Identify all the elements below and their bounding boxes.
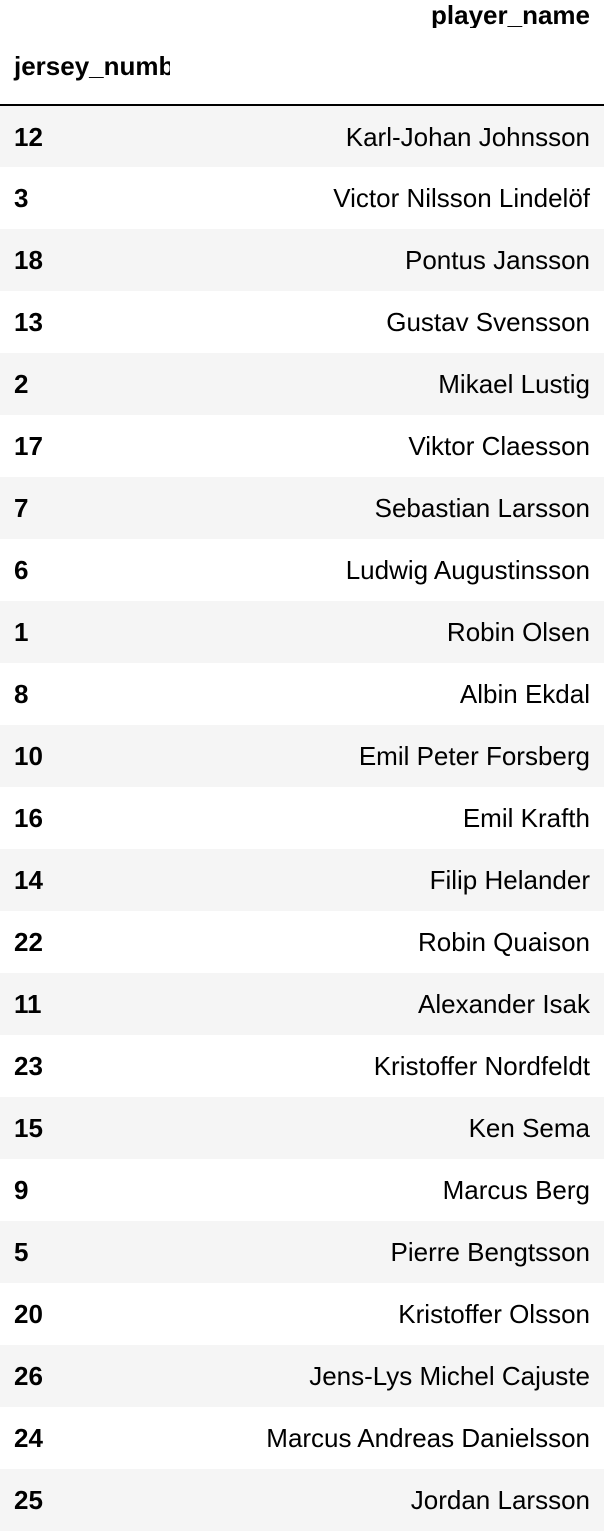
player-name-cell: Viktor Claesson xyxy=(408,431,590,461)
table-row: 5 Pierre Bengtsson xyxy=(0,1221,604,1283)
table-row: 10 Emil Peter Forsberg xyxy=(0,725,604,787)
table-header: player_name jersey_number xyxy=(0,0,604,106)
jersey-number-cell: 12 xyxy=(14,121,43,152)
jersey-number-cell: 5 xyxy=(14,1237,29,1267)
jersey-number-cell: 3 xyxy=(14,183,29,213)
blank-index-row-cell xyxy=(170,28,604,106)
jersey-number-cell: 25 xyxy=(14,1485,43,1515)
jersey-number-cell: 10 xyxy=(14,741,43,771)
player-name-cell: Emil Krafth xyxy=(462,803,590,833)
table-row: 14 Filip Helander xyxy=(0,849,604,911)
player-name-cell: Victor Nilsson Lindelöf xyxy=(333,183,590,213)
player-name-cell: Jordan Larsson xyxy=(410,1485,590,1515)
table-row: 2 Mikael Lustig xyxy=(0,353,604,415)
table-row: 9 Marcus Berg xyxy=(0,1159,604,1221)
jersey-number-cell: 17 xyxy=(14,431,43,461)
table-row: 8 Albin Ekdal xyxy=(0,663,604,725)
table-row: 1 Robin Olsen xyxy=(0,601,604,663)
table-row: 11 Alexander Isak xyxy=(0,973,604,1035)
table-row: 17 Viktor Claesson xyxy=(0,415,604,477)
table-row: 25 Jordan Larsson xyxy=(0,1469,604,1531)
jersey-number-cell: 16 xyxy=(14,803,43,833)
player-name-cell: Mikael Lustig xyxy=(438,369,590,399)
player-name-cell: Emil Peter Forsberg xyxy=(358,741,590,771)
table-row: 3 Victor Nilsson Lindelöf xyxy=(0,167,604,229)
jersey-number-cell: 22 xyxy=(14,927,43,957)
blank-corner-cell xyxy=(0,0,170,28)
column-header-player-name: player_name xyxy=(431,0,590,28)
table-row: 26 Jens-Lys Michel Cajuste xyxy=(0,1345,604,1407)
player-name-cell: Ken Sema xyxy=(468,1113,590,1143)
table-row: 20 Kristoffer Olsson xyxy=(0,1283,604,1345)
table-row: 13 Gustav Svensson xyxy=(0,291,604,353)
player-name-cell: Albin Ekdal xyxy=(459,679,590,709)
player-name-cell: Robin Quaison xyxy=(418,927,590,957)
table-row: 6 Ludwig Augustinsson xyxy=(0,539,604,601)
table-body: 12 Karl-Johan Johnsson 3 Victor Nilsson Lin… xyxy=(0,105,604,1531)
column-header-row: player_name xyxy=(0,0,604,28)
jersey-number-cell: 24 xyxy=(14,1423,43,1453)
player-name-cell: Kristoffer Nordfeldt xyxy=(373,1051,590,1081)
jersey-number-cell: 14 xyxy=(14,865,43,895)
jersey-number-cell: 1 xyxy=(14,617,29,647)
jersey-number-cell: 15 xyxy=(14,1113,43,1143)
table-row: 23 Kristoffer Nordfeldt xyxy=(0,1035,604,1097)
player-name-cell: Jens-Lys Michel Cajuste xyxy=(309,1361,590,1391)
player-name-cell: Alexander Isak xyxy=(418,989,590,1019)
jersey-number-cell: 20 xyxy=(14,1299,43,1329)
player-name-cell: Marcus Andreas Danielsson xyxy=(266,1423,590,1453)
jersey-number-cell: 8 xyxy=(14,679,29,709)
player-name-cell: Pontus Jansson xyxy=(404,245,590,275)
player-name-cell: Robin Olsen xyxy=(446,617,590,647)
jersey-number-cell: 23 xyxy=(14,1051,43,1081)
player-name-cell: Karl-Johan Johnsson xyxy=(345,121,590,152)
table-row: 18 Pontus Jansson xyxy=(0,229,604,291)
jersey-number-cell: 7 xyxy=(14,493,29,523)
table-row: 12 Karl-Johan Johnsson xyxy=(0,105,604,167)
player-name-cell: Kristoffer Olsson xyxy=(398,1299,590,1329)
player-name-cell: Pierre Bengtsson xyxy=(390,1237,590,1267)
jersey-number-cell: 2 xyxy=(14,369,29,399)
table-row: 24 Marcus Andreas Danielsson xyxy=(0,1407,604,1469)
jersey-number-cell: 6 xyxy=(14,555,29,585)
table-row: 22 Robin Quaison xyxy=(0,911,604,973)
player-name-cell: Gustav Svensson xyxy=(386,307,590,337)
player-name-cell: Marcus Berg xyxy=(442,1175,590,1205)
table-row: 16 Emil Krafth xyxy=(0,787,604,849)
jersey-number-cell: 26 xyxy=(14,1361,43,1391)
player-name-cell: Sebastian Larsson xyxy=(374,493,590,523)
jersey-number-cell: 13 xyxy=(14,307,43,337)
dataframe-table: player_name jersey_number 12Karl-Johan J… xyxy=(0,0,604,1531)
player-name-cell: Ludwig Augustinsson xyxy=(345,555,590,585)
index-header-row: jersey_number xyxy=(0,28,604,106)
jersey-number-cell: 11 xyxy=(14,989,42,1019)
jersey-number-cell: 18 xyxy=(14,245,43,275)
table-row: 15 Ken Sema xyxy=(0,1097,604,1159)
index-name-header: jersey_number xyxy=(0,28,170,106)
table-row: 7 Sebastian Larsson xyxy=(0,477,604,539)
jersey-number-cell: 9 xyxy=(14,1175,29,1205)
player-name-cell: Filip Helander xyxy=(429,865,590,895)
